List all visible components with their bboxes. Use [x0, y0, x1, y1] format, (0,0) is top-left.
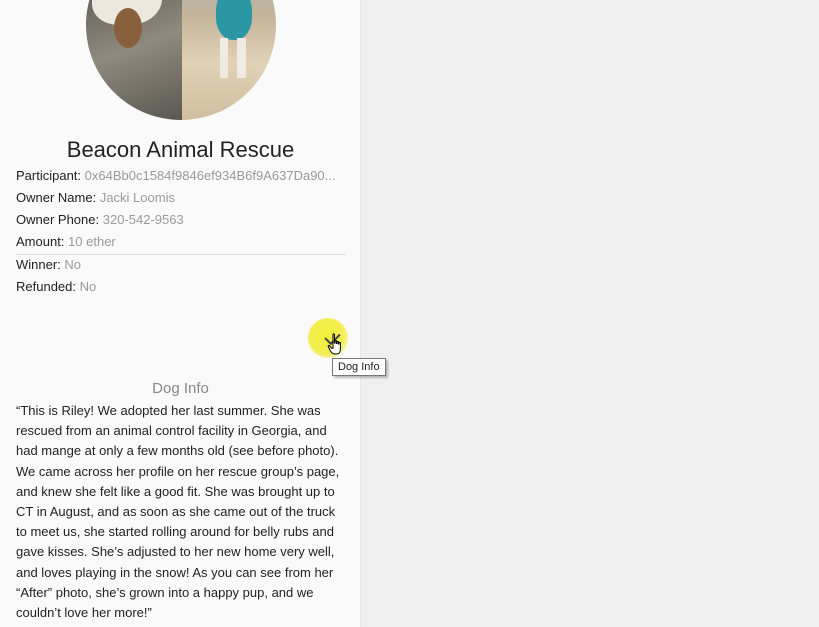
participant-label: Participant: [16, 168, 82, 183]
participant-value: 0x64Bb0c1584f9846ef934B6f9A637Da90... [84, 168, 336, 183]
winner-label: Winner: [16, 257, 61, 272]
owner-name-value: Jacki Loomis [99, 190, 175, 205]
dog-info-heading: Dog Info [152, 380, 209, 397]
owner-phone-row: Owner Phone: 320-542-9563 [16, 212, 346, 228]
winner-row: Winner: No [16, 257, 346, 273]
hand-pointer-cursor-icon [327, 333, 341, 355]
divider [16, 254, 346, 255]
dog-info-story: “This is Riley! We adopted her last summ… [16, 403, 340, 621]
owner-phone-value: 320-542-9563 [102, 212, 184, 227]
dog-ear-shape [114, 8, 142, 48]
owner-name-row: Owner Name: Jacki Loomis [16, 190, 346, 206]
amount-value: 10 ether [68, 234, 116, 249]
amount-label: Amount: [16, 234, 65, 249]
dog-coat-shape [216, 0, 252, 40]
refunded-row: Refunded: No [16, 279, 346, 295]
dog-photo [86, 0, 276, 120]
winner-value: No [64, 257, 82, 272]
rescue-title: Beacon Animal Rescue [66, 137, 295, 162]
refunded-label: Refunded: [16, 279, 76, 294]
owner-phone-label: Owner Phone: [16, 212, 100, 227]
participant-card: Beacon Animal Rescue Participant: 0x64Bb… [0, 0, 361, 627]
participant-row: Participant: 0x64Bb0c1584f9846ef934B6f9A… [16, 168, 346, 184]
owner-name-label: Owner Name: [16, 190, 97, 205]
dog-info-tooltip: Dog Info [332, 358, 386, 376]
amount-row: Amount: 10 ether [16, 234, 346, 250]
refunded-value: No [79, 279, 97, 294]
dog-legs-shape [220, 38, 246, 78]
